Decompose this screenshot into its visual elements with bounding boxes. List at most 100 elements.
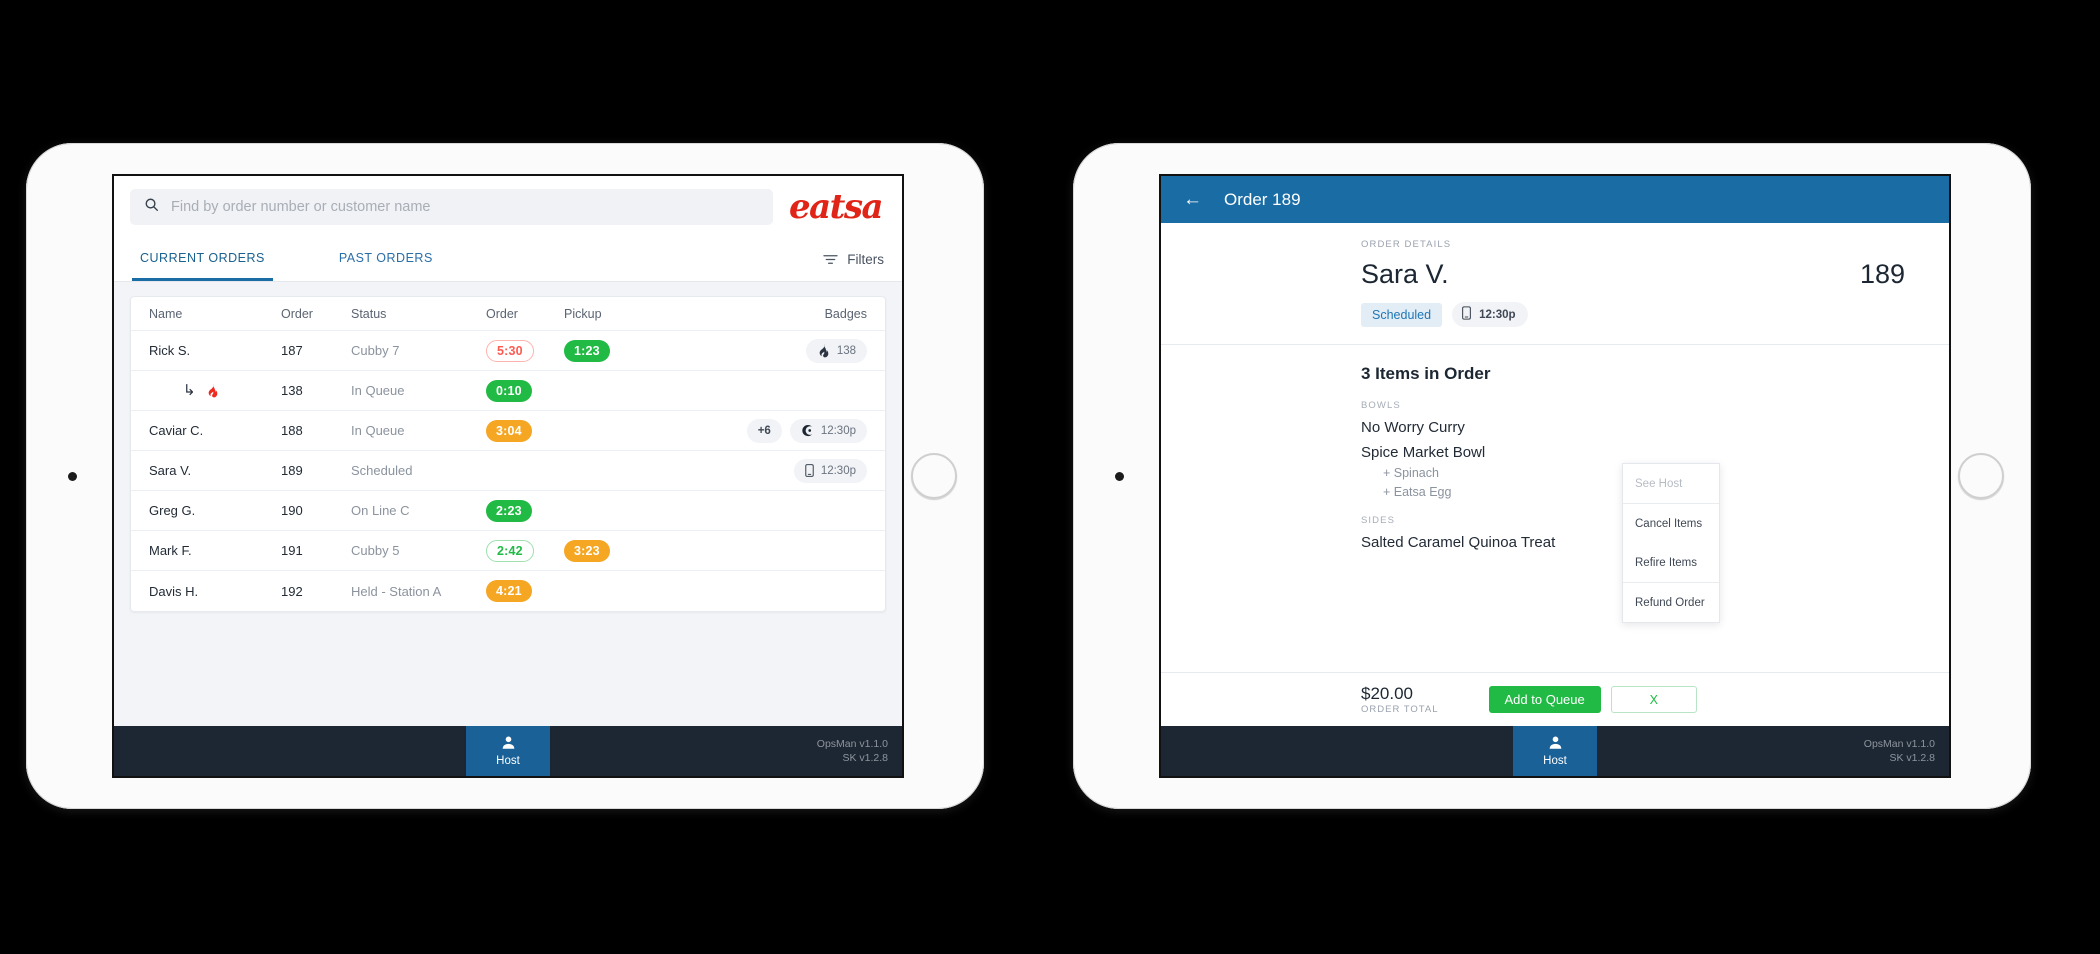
cell-order-number: 187 [281,343,303,358]
add-to-queue-button[interactable]: Add to Queue [1488,686,1601,713]
cell-badges: 138 [805,338,867,363]
cell-order-timer: 3:04 [486,419,564,442]
order-badge: 12:30p [793,458,867,483]
status-chip-row: Scheduled 12:30p [1361,302,1905,327]
host-nav-button[interactable]: Host [1513,726,1597,776]
host-nav-button[interactable]: Host [466,726,550,776]
table-row[interactable]: Sara V. 189 Scheduled 12:30p [131,451,885,491]
order-timer-pill: 3:04 [486,419,532,442]
cell-order-timer: 2:23 [486,499,564,522]
item-group-label: BOWLS [1361,400,1401,411]
search-placeholder-text: Find by order number or customer name [171,199,431,215]
menu-item-see-host: See Host [1635,477,1683,490]
table-row[interactable]: Rick S. 187 Cubby 7 5:30 1:23 138 [131,331,885,371]
pickup-timer-pill: 3:23 [564,539,610,562]
order-timer-pill: 0:10 [486,379,532,402]
menu-item-refire-items[interactable]: Refire Items [1623,543,1719,582]
cell-order-number: 192 [281,583,303,599]
items-heading: 3 Items in Order [1361,364,1491,383]
flame-icon [817,343,830,358]
tablet-device-left: Find by order number or customer name ea… [26,143,984,809]
order-timer-pill: 2:23 [486,499,532,522]
version-sk: SK v1.2.8 [842,752,888,764]
cell-order-number: 190 [281,503,303,518]
search-input[interactable]: Find by order number or customer name [130,189,773,225]
screenshot-stage: Find by order number or customer name ea… [0,0,2100,954]
home-button[interactable] [911,453,957,499]
menu-item-refund-order[interactable]: Refund Order [1623,583,1719,622]
table-row[interactable]: Mark F. 191 Cubby 5 2:42 3:23 [131,531,885,571]
order-detail-scroll: ORDER DETAILS Sara V. 189 Scheduled 12:3… [1161,223,1949,672]
version-sk: SK v1.2.8 [1889,752,1935,764]
items-section: 3 Items in Order BOWLS No Worry Curry Spic… [1161,364,1949,551]
order-number: 189 [1859,259,1905,289]
version-opsman: OpsMan v1.1.0 [1863,737,1935,750]
search-row: Find by order number or customer name ea… [114,176,902,238]
cell-name: ↳ [149,383,281,398]
pickup-time-badge: 12:30p [1452,302,1528,327]
status-badge-scheduled: Scheduled [1361,302,1443,327]
cell-status: Cubby 5 [351,543,400,558]
column-header-pickup: Pickup [564,306,602,321]
cell-pickup-timer: 3:23 [564,539,642,562]
column-header-order-timer: Order [486,306,518,321]
pickup-time-text: 12:30p [1479,308,1516,321]
cell-name: Mark F. [149,543,192,558]
version-opsman: OpsMan v1.1.0 [816,737,888,750]
table-row[interactable]: ↳ 138 In Queue 0:10 [131,371,885,411]
pickup-timer-pill: 1:23 [564,339,610,362]
column-header-name: Name [149,306,183,321]
column-header-status: Status [351,306,387,321]
order-timer-pill: 2:42 [486,539,534,562]
menu-item-cancel-items[interactable]: Cancel Items [1623,504,1719,543]
cell-order-number: 138 [281,383,303,398]
orders-table: Name Order Status Order Pickup Badges Ri… [130,296,886,612]
order-item-name[interactable]: Spice Market Bowl [1361,444,1905,461]
table-row[interactable]: Davis H. 192 Held - Station A 4:21 [131,571,885,611]
cell-name: Caviar C. [149,423,204,438]
order-detail-inner: ORDER DETAILS Sara V. 189 Scheduled 12:3… [1161,223,1949,551]
tab-past-orders[interactable]: PAST ORDERS [331,238,441,281]
person-icon [501,735,516,753]
cell-order-timer: 0:10 [486,379,564,402]
filters-label: Filters [847,252,884,267]
bottom-nav-bar-right: Host OpsMan v1.1.0 SK v1.2.8 [1161,726,1949,776]
cell-order-number: 189 [281,463,303,478]
customer-row: Sara V. 189 [1361,259,1905,290]
home-button[interactable] [1958,453,2004,499]
order-footer: $20.00 ORDER TOTAL Add to Queue X [1161,672,1949,726]
cell-order-timer: 4:21 [486,580,564,602]
order-summary-section: ORDER DETAILS Sara V. 189 Scheduled 12:3… [1161,239,1949,327]
tab-current-orders[interactable]: CURRENT ORDERS [132,238,273,281]
badge-text: 12:30p [820,464,856,477]
filters-button[interactable]: Filters [823,238,884,281]
orders-list-area: Name Order Status Order Pickup Badges Ri… [114,282,902,726]
customer-name: Sara V. [1361,259,1449,289]
back-arrow-icon[interactable]: ← [1183,190,1202,209]
eatsa-logo: eatsa [788,187,884,227]
cell-order-number: 188 [281,423,303,438]
order-total-amount: $20.00 [1361,684,1413,704]
table-row[interactable]: Greg G. 190 On Line C 2:23 [131,491,885,531]
caviar-icon [801,424,814,437]
order-actions-menu[interactable]: See Host Cancel Items Refire Items Refund O… [1622,463,1720,623]
phone-icon [1462,306,1471,323]
order-details-label: ORDER DETAILS [1361,239,1452,250]
cancel-x-button[interactable]: X [1610,686,1697,713]
cell-order-timer: 5:30 [486,339,564,362]
column-header-order: Order [281,306,313,321]
cell-status: Scheduled [351,463,413,478]
order-item-name[interactable]: No Worry Curry [1361,419,1905,436]
order-total-label: ORDER TOTAL [1361,703,1439,715]
filter-icon [823,253,838,266]
flame-red-icon [206,383,219,398]
sub-arrow-icon: ↳ [183,382,196,399]
version-info-right: OpsMan v1.1.0 SK v1.2.8 [1864,737,1935,765]
cell-name: Greg G. [149,503,196,518]
cell-name: Davis H. [149,583,199,599]
cell-status: In Queue [351,383,405,398]
table-header-row: Name Order Status Order Pickup Badges [131,297,885,331]
table-row[interactable]: Caviar C. 188 In Queue 3:04 +6 12:30p [131,411,885,451]
order-badge: 138 [805,338,867,363]
badge-text: +6 [757,424,771,437]
